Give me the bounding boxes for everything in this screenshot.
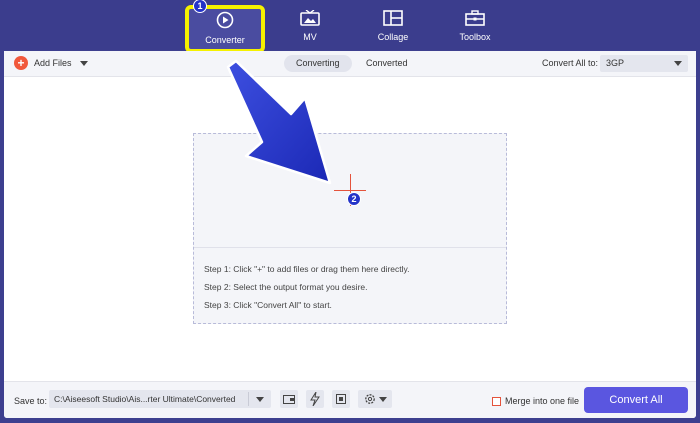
tab-mv[interactable]: MV xyxy=(275,0,345,50)
drop-zone[interactable]: Step 1: Click "+" to add files or drag t… xyxy=(193,133,507,324)
add-files-label: Add Files xyxy=(34,58,72,68)
convert-all-button[interactable]: Convert All xyxy=(584,387,688,413)
output-format-value: 3GP xyxy=(606,58,625,68)
divider xyxy=(194,247,506,248)
hardware-accel-button[interactable] xyxy=(306,390,324,408)
save-path-value: C:\Aiseesoft Studio\Ais...rter Ultimate\… xyxy=(54,394,236,404)
tab-collage[interactable]: Collage xyxy=(358,0,428,50)
divider xyxy=(248,392,249,406)
chevron-down-icon[interactable] xyxy=(79,60,88,66)
save-to-label: Save to: xyxy=(14,396,48,406)
tab-mv-label: MV xyxy=(303,32,317,42)
tab-converted[interactable]: Converted xyxy=(354,55,420,72)
plus-icon: + xyxy=(14,56,28,70)
flash-off-icon xyxy=(310,392,320,406)
chevron-down-icon[interactable] xyxy=(256,397,264,402)
tab-toolbox[interactable]: Toolbox xyxy=(440,0,510,50)
tab-converter-label: Converter xyxy=(205,35,245,45)
tab-collage-label: Collage xyxy=(377,32,409,42)
chevron-down-icon xyxy=(674,61,682,66)
merge-label: Merge into one file xyxy=(505,396,580,406)
merge-checkbox[interactable]: Merge into one file xyxy=(492,396,579,406)
toolbar: + Add Files Converting Converted Convert… xyxy=(4,51,696,77)
step-badge-2: 2 xyxy=(347,192,361,206)
convert-all-to-label: Convert All to: xyxy=(541,58,598,68)
settings-button[interactable] xyxy=(358,390,392,408)
gpu-accel-button[interactable] xyxy=(332,390,350,408)
save-path-select[interactable]: C:\Aiseesoft Studio\Ais...rter Ultimate\… xyxy=(49,390,271,408)
chevron-down-icon xyxy=(378,396,387,402)
tab-toolbox-label: Toolbox xyxy=(459,32,491,42)
step-2-text: Step 2: Select the output format you des… xyxy=(204,282,368,292)
folder-icon xyxy=(283,395,295,404)
top-nav: Converter MV Collage Toolbox xyxy=(0,0,700,53)
toolbox-icon xyxy=(465,10,485,26)
checkbox-box[interactable] xyxy=(492,396,501,406)
tv-icon xyxy=(300,10,320,26)
step-3-text: Step 3: Click "Convert All" to start. xyxy=(204,300,332,310)
open-folder-button[interactable] xyxy=(280,390,298,408)
gear-icon xyxy=(364,394,375,404)
converter-icon xyxy=(215,11,235,29)
step-1-text: Step 1: Click "+" to add files or drag t… xyxy=(204,264,410,274)
bottom-bar: Save to: C:\Aiseesoft Studio\Ais...rter … xyxy=(4,381,696,418)
main-panel: + Add Files Converting Converted Convert… xyxy=(4,51,696,418)
collage-icon xyxy=(383,10,403,26)
add-files-button[interactable]: + Add Files xyxy=(14,56,88,70)
tab-converting[interactable]: Converting xyxy=(284,55,352,72)
gpu-off-icon xyxy=(336,394,346,404)
output-format-select[interactable]: 3GP xyxy=(600,55,688,72)
